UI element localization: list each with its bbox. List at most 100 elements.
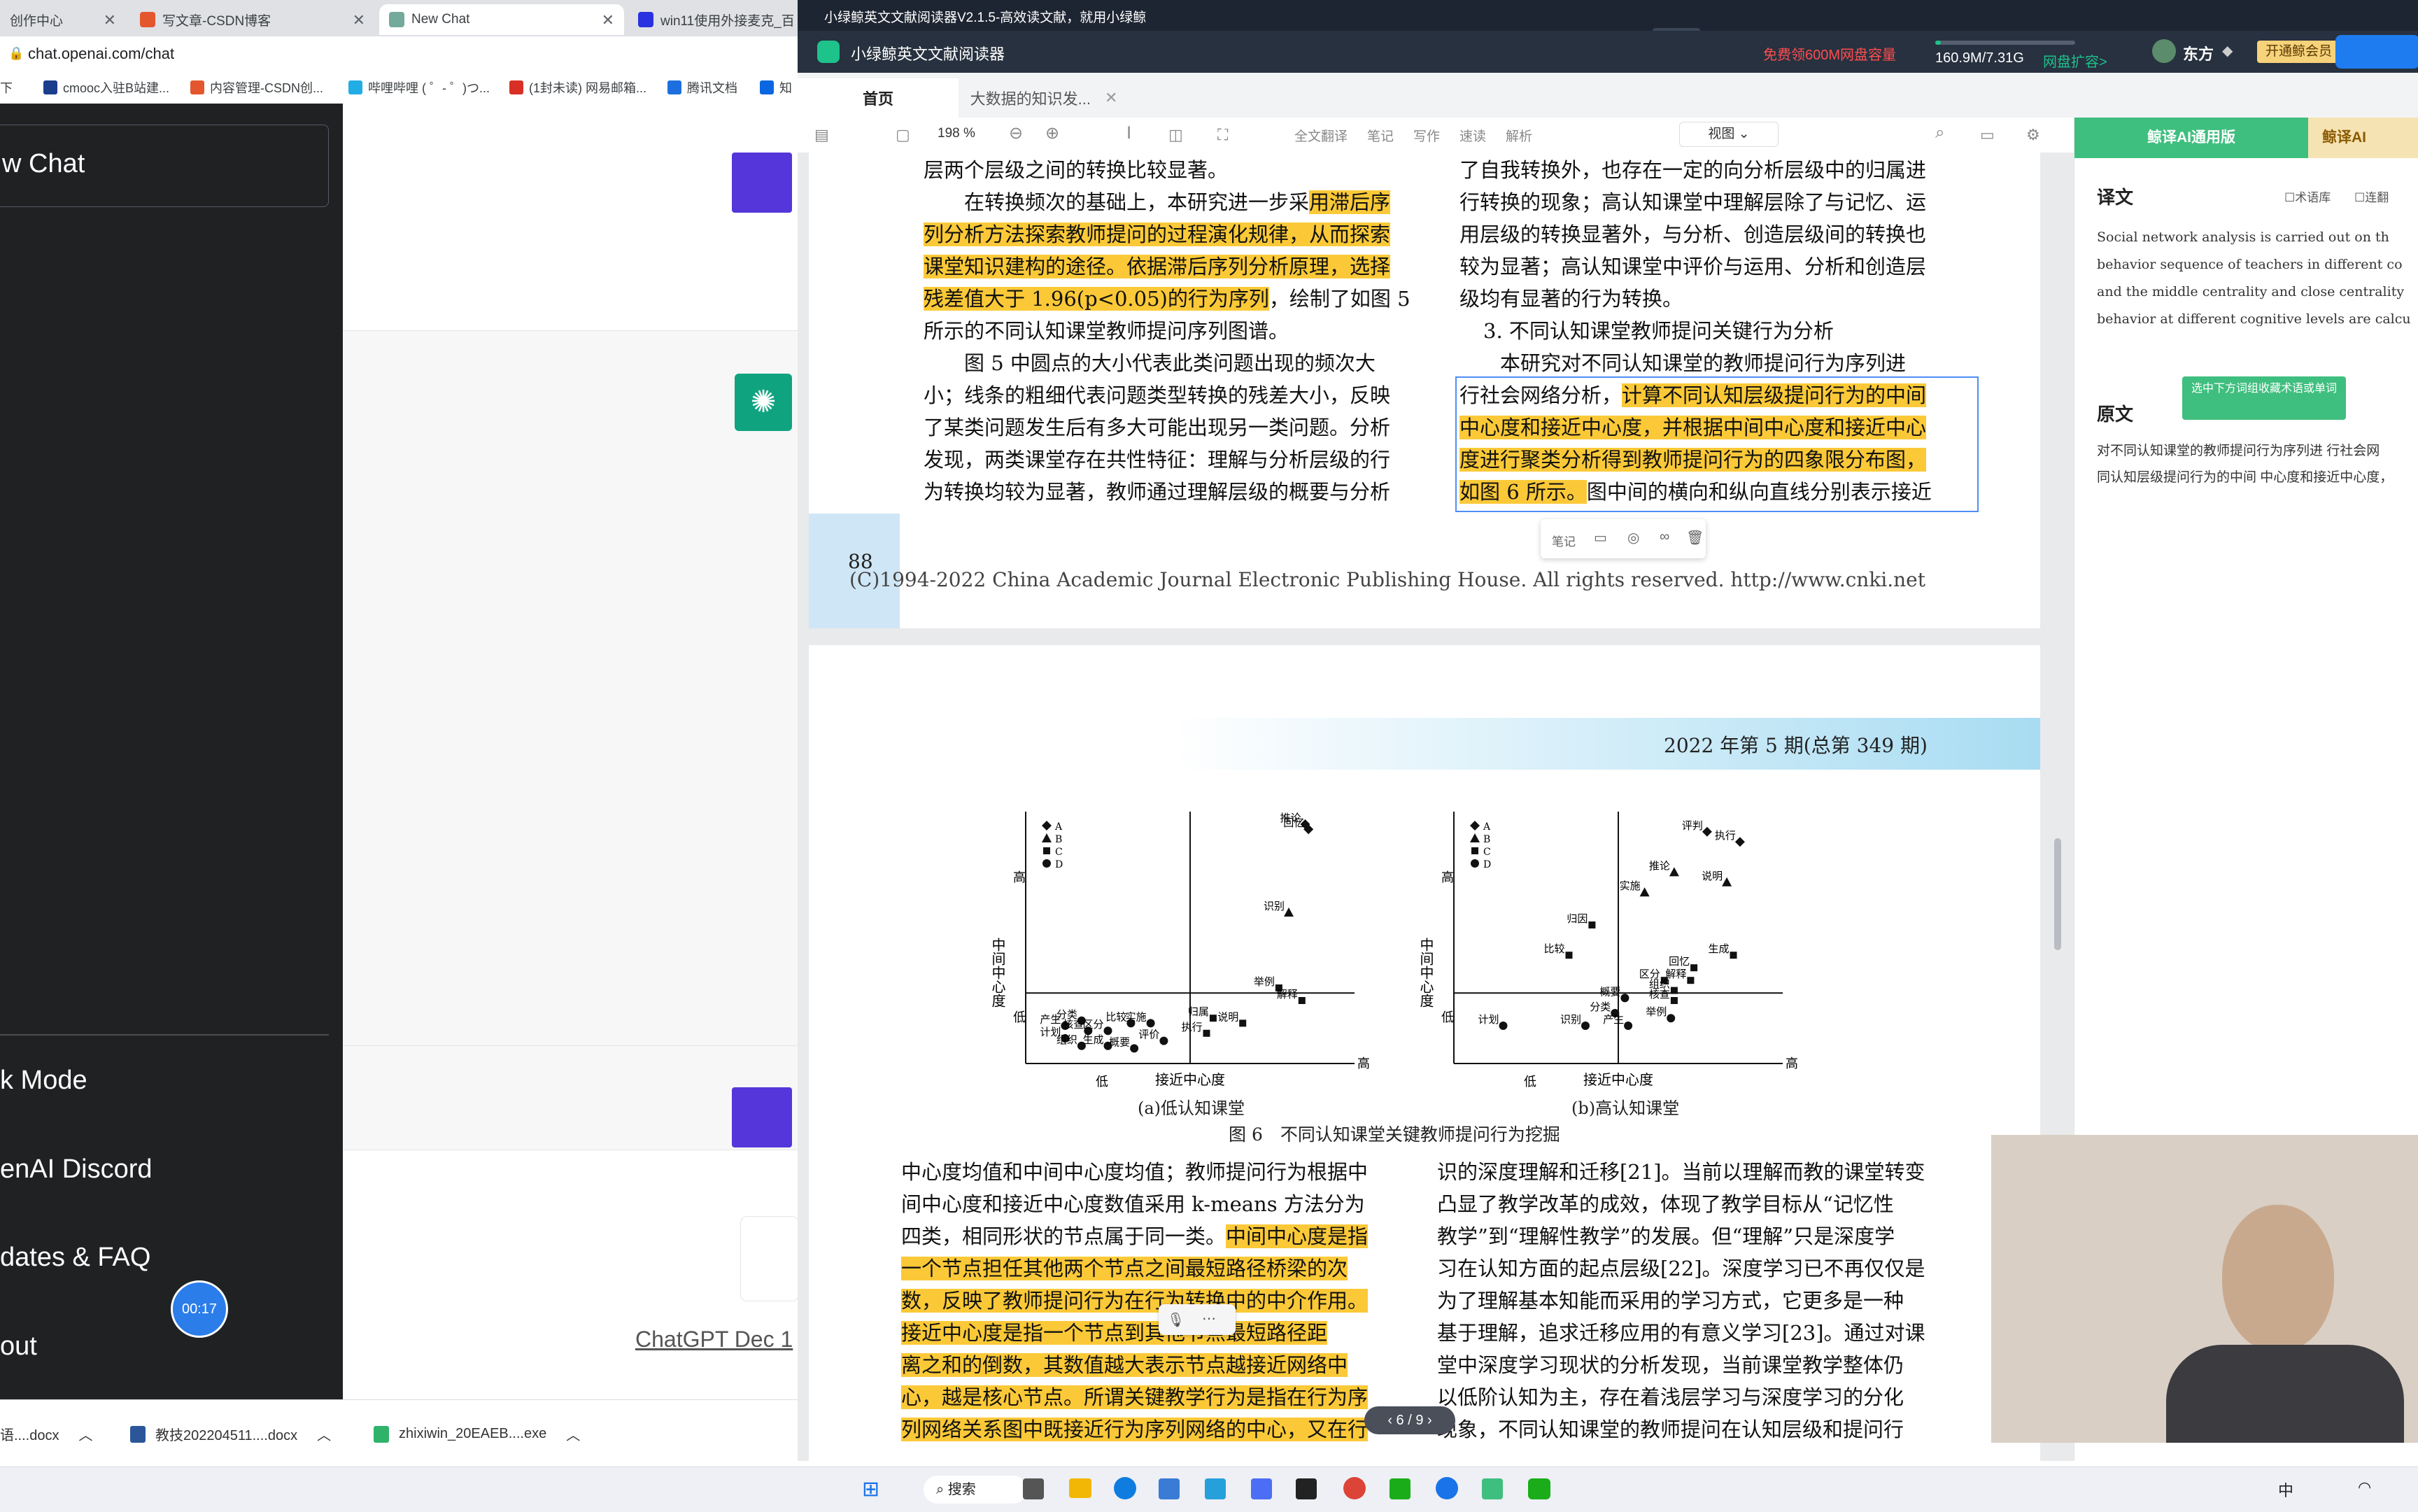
scrollbar-thumb[interactable] xyxy=(2054,838,2061,950)
close-icon[interactable]: ✕ xyxy=(104,11,116,29)
storage-expand-link[interactable]: 网盘扩容> xyxy=(2043,50,2107,71)
chevron-up-icon[interactable]: ︿ xyxy=(566,1424,580,1444)
browser-tab[interactable]: win11使用外接麦克_百... xyxy=(628,4,798,35)
text-line: 数，反映了教师提问行为在行为转换中的中介作用。 xyxy=(901,1289,1369,1313)
app-name: 小绿鲸英文文献阅读器 xyxy=(851,45,1005,63)
download-item[interactable]: 教技202204511....docx ︿ xyxy=(130,1424,331,1444)
bookmark[interactable]: 内容管理-CSDN创... xyxy=(190,78,323,97)
close-icon[interactable]: ✕ xyxy=(602,11,614,29)
store-icon[interactable] xyxy=(1159,1478,1180,1499)
text-cursor-icon[interactable]: Ⅰ xyxy=(1126,123,1131,143)
taskbar-search[interactable]: ⌕ 搜索 xyxy=(924,1476,1027,1504)
download-item[interactable]: zhixiwin_20EAEB....exe ︿ xyxy=(374,1424,580,1444)
tab-general-translate[interactable]: 鲸译AI通用版 xyxy=(2074,118,2308,158)
browser-tab-active[interactable]: New Chat ✕ xyxy=(379,4,624,35)
full-translate-button[interactable]: 全文翻译 xyxy=(1294,126,1348,145)
palette-icon[interactable]: ◎ xyxy=(1627,529,1639,546)
data-point xyxy=(1499,1022,1508,1030)
gear-icon[interactable]: ⚙ xyxy=(2026,126,2040,144)
bookmark[interactable]: (1封未读) 网易邮箱... xyxy=(509,78,646,97)
zoom-out-icon[interactable]: ⊖ xyxy=(1009,123,1023,143)
bookmark[interactable]: cmooc入驻B站建... xyxy=(43,78,169,97)
write-button[interactable]: 写作 xyxy=(1413,126,1440,145)
continuous-checkbox[interactable]: ☐连翻 xyxy=(2354,188,2389,205)
split-view-icon[interactable]: ◫ xyxy=(1168,126,1183,144)
pdf-viewport[interactable]: 层两个层级之间的转换比较显著。 在转换频次的基础上，本研究进一步采用滞后序 列分… xyxy=(798,153,2074,1464)
link-icon[interactable]: ∞ xyxy=(1660,529,1669,545)
trash-icon[interactable]: 🗑 xyxy=(1686,529,1704,546)
page-indicator[interactable]: ‹ 6 / 9 › xyxy=(1364,1406,1455,1434)
sidebar-item-logout[interactable]: out xyxy=(0,1331,37,1362)
glossary-tooltip[interactable]: 选中下方词组收藏术语或单词 xyxy=(2182,376,2346,420)
browser-tab[interactable]: 创作中心 ✕ xyxy=(0,4,126,35)
bookmark[interactable]: 下 xyxy=(0,78,13,97)
view-dropdown[interactable]: 视图 ⌄ xyxy=(1679,122,1779,147)
start-icon[interactable]: ⊞ xyxy=(862,1477,879,1502)
prompt-input-box[interactable] xyxy=(740,1216,799,1301)
more-icon[interactable]: ⋯ xyxy=(1202,1310,1216,1327)
zoom-level[interactable]: 198 % xyxy=(938,126,975,141)
cloud-icon[interactable] xyxy=(2335,35,2418,69)
chrome-icon[interactable] xyxy=(1343,1477,1366,1499)
speed-read-button[interactable]: 速读 xyxy=(1459,126,1486,145)
avatar[interactable] xyxy=(2152,39,2176,63)
pdf-page: 2022 年第 5 期(总第 349 期) 接近中心度 中间中心度高低高低 A B C D… xyxy=(809,645,2040,1464)
notes-button[interactable]: 笔记 xyxy=(1367,126,1394,145)
folder-icon[interactable] xyxy=(1069,1478,1091,1498)
address-bar[interactable]: 🔒 chat.openai.com/chat xyxy=(0,36,798,71)
sidebar-item-faq[interactable]: dates & FAQ xyxy=(0,1243,150,1273)
text-line: 课堂知识建构的途径。依据滞后序列分析原理，选择 xyxy=(924,255,1391,278)
glossary-checkbox[interactable]: ☐术语库 xyxy=(2284,188,2331,205)
terminal-icon[interactable] xyxy=(1296,1478,1317,1499)
close-icon[interactable]: ✕ xyxy=(353,11,365,29)
tab-ai-translate[interactable]: 鲸译AI xyxy=(2308,118,2418,158)
x-low-label: 低 xyxy=(1524,1075,1536,1089)
edge-icon[interactable] xyxy=(1114,1477,1136,1499)
bookmark[interactable]: 知 xyxy=(760,78,792,97)
version-link[interactable]: ChatGPT Dec 1 xyxy=(635,1327,793,1352)
zoom-in-icon[interactable]: ⊕ xyxy=(1045,123,1059,143)
bookmark[interactable]: 哔哩哔哩 ( ゜- ゜)つ... xyxy=(348,78,490,97)
sidebar-item-dark-mode[interactable]: k Mode xyxy=(0,1066,87,1096)
mic-icon[interactable]: 🎙 xyxy=(1167,1311,1185,1329)
close-icon[interactable]: ✕ xyxy=(1105,89,1117,107)
promo-link[interactable]: 免费领600M网盘容量 xyxy=(1763,43,1896,64)
page-icon[interactable]: ▢ xyxy=(896,126,910,144)
task-view-icon[interactable] xyxy=(1023,1478,1044,1499)
screenshot-icon[interactable]: ⛶ xyxy=(1217,126,1228,144)
comment-icon[interactable]: ▭ xyxy=(1594,529,1607,546)
wifi-icon[interactable]: ◠ xyxy=(2358,1478,2371,1497)
note-button[interactable]: 笔记 xyxy=(1552,532,1576,549)
legend-label: C xyxy=(1483,847,1491,858)
search-icon[interactable]: ⌕ xyxy=(1935,123,1944,143)
analyze-button[interactable]: 解析 xyxy=(1506,126,1532,145)
bookmark[interactable]: 腾讯文档 xyxy=(667,78,737,97)
text-line: 用层级的转换显著外，与分析、创造层级间的转换也 xyxy=(1459,222,1927,246)
browser-tab[interactable]: 写文章-CSDN博客 ✕ xyxy=(130,4,375,35)
whale-reader-icon[interactable] xyxy=(1482,1478,1503,1499)
user-name[interactable]: 东方 xyxy=(2183,42,2214,64)
text-line: 小；线条的粗细代表问题类型转换的残差大小，反映 xyxy=(924,383,1391,407)
text-line: 在转换频次的基础上，本研究进一步采用滞后序 xyxy=(924,190,1391,214)
player-icon[interactable] xyxy=(1436,1477,1458,1499)
recording-timer[interactable]: 00:17 xyxy=(171,1280,228,1338)
legend-marker xyxy=(1470,821,1480,831)
wechat-icon[interactable] xyxy=(1528,1478,1550,1499)
app-icon[interactable] xyxy=(1205,1478,1226,1499)
tab-document[interactable]: 大数据的知识发... ✕ xyxy=(961,78,1126,118)
reader-tabs: 首页 大数据的知识发... ✕ xyxy=(798,73,2418,118)
text-line: 较为显著；高认知课堂中评价与运用、分析和创造层 xyxy=(1459,255,1927,278)
chevron-up-icon[interactable]: ︿ xyxy=(317,1424,331,1444)
new-chat-button[interactable]: w Chat xyxy=(0,125,329,207)
point-label: 解释 xyxy=(1277,988,1298,1001)
sidebar-item-discord[interactable]: enAI Discord xyxy=(0,1154,153,1185)
download-item[interactable]: 语....docx ︿ xyxy=(0,1424,92,1444)
vip-button[interactable]: 开通鲸会员 xyxy=(2257,41,2341,63)
sidebar-toggle-icon[interactable]: ▤ xyxy=(814,126,829,144)
tab-home[interactable]: 首页 xyxy=(798,78,959,118)
app-icon[interactable] xyxy=(1390,1478,1410,1499)
app-icon[interactable] xyxy=(1251,1478,1272,1499)
ime-indicator[interactable]: 中 xyxy=(2278,1478,2293,1501)
comment-icon[interactable]: ▭ xyxy=(1980,126,1995,144)
chevron-up-icon[interactable]: ︿ xyxy=(78,1424,92,1444)
